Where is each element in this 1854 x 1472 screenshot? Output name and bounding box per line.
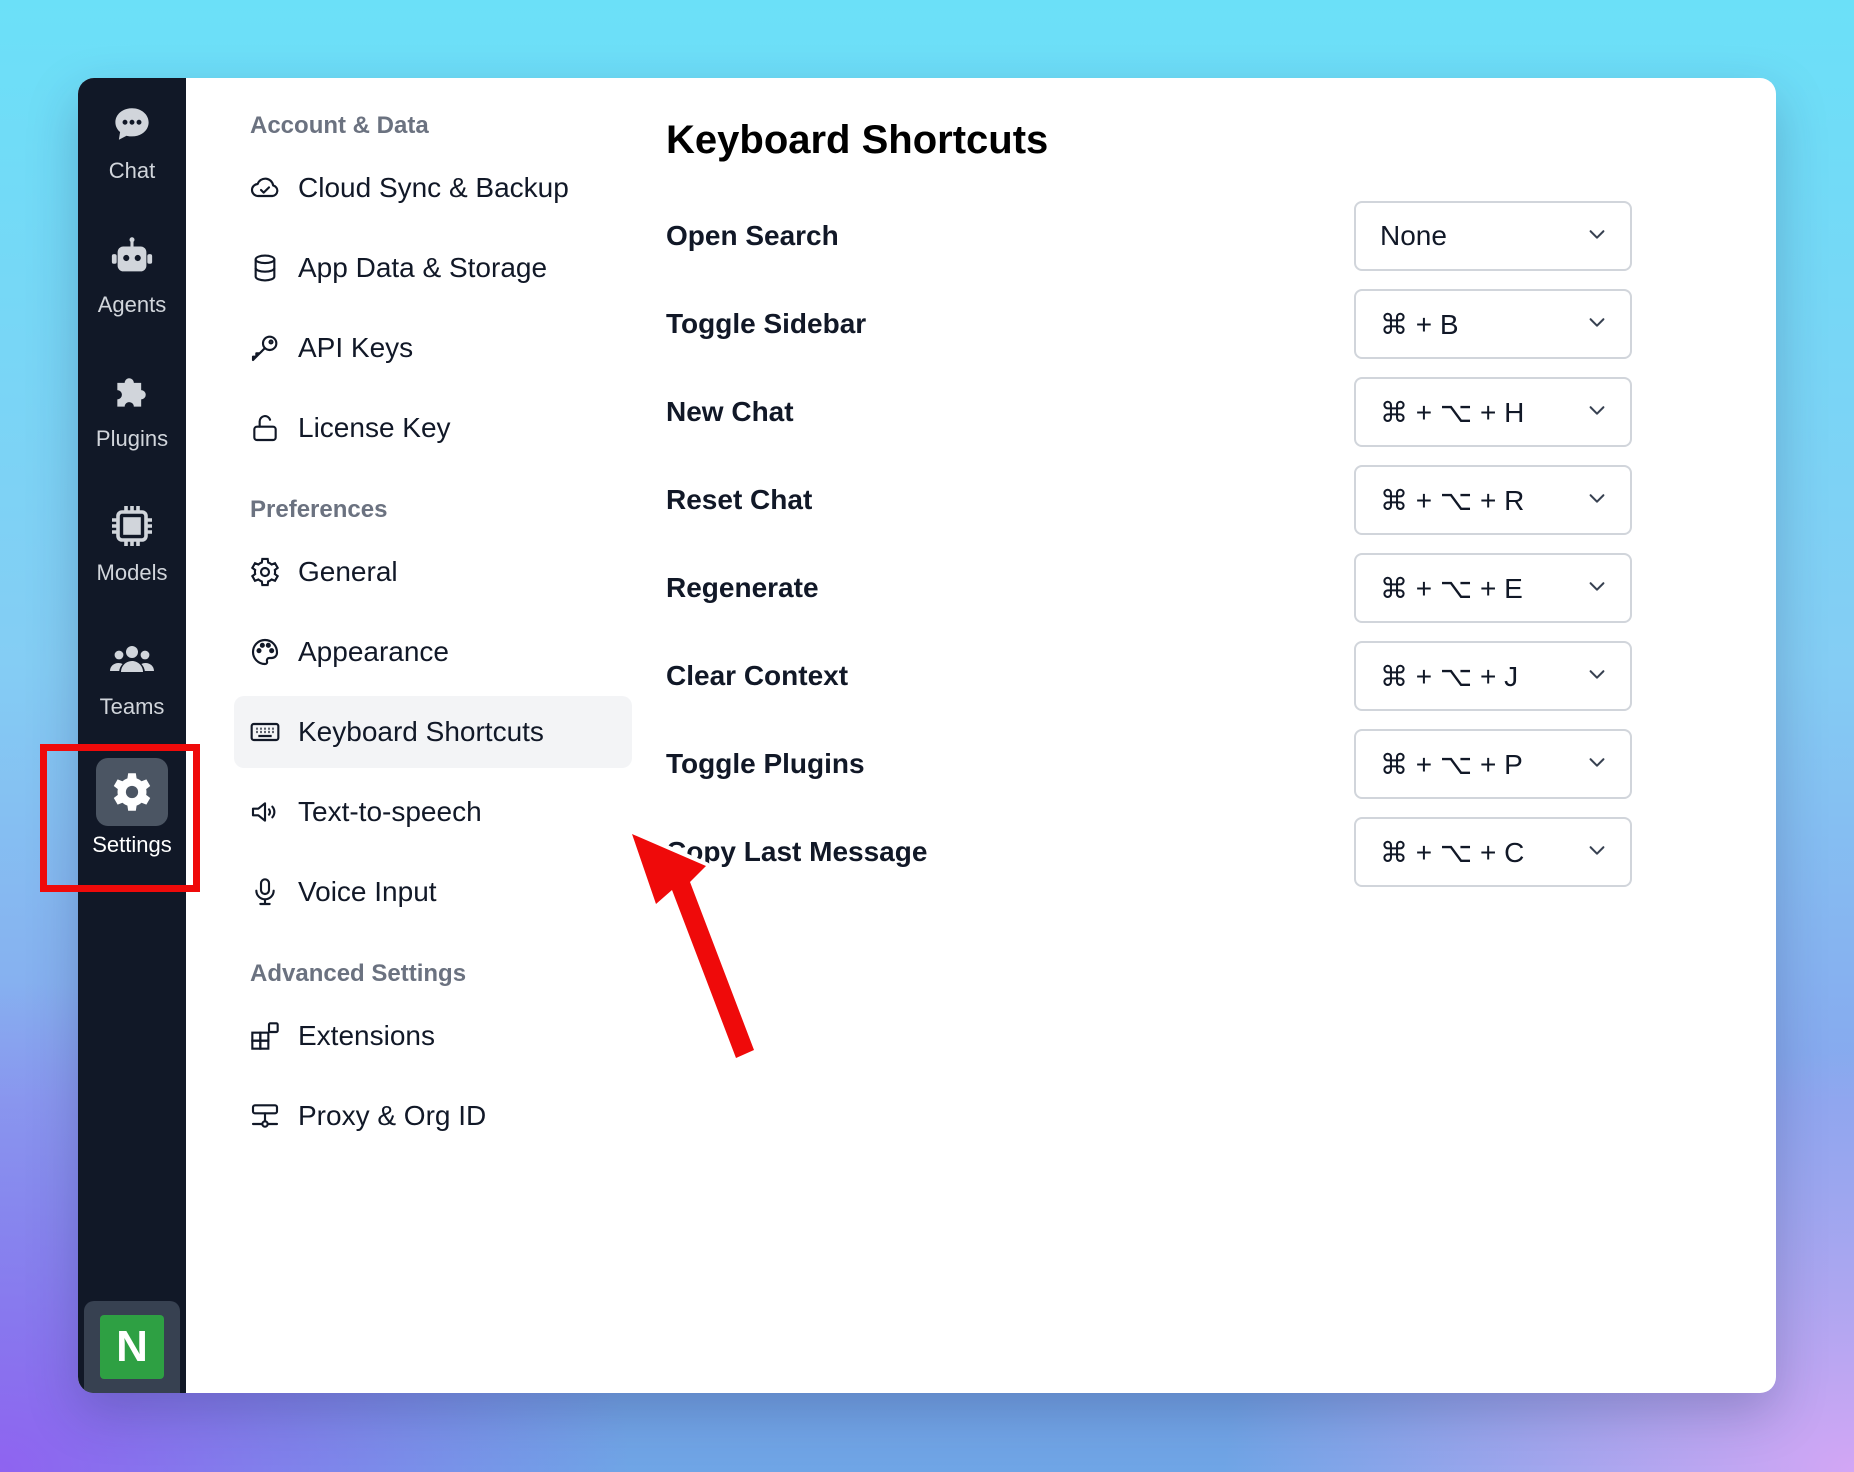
nav-item-keyboard-shortcuts[interactable]: Keyboard Shortcuts [234,696,632,768]
chip-icon [108,502,156,550]
nav-item-text-to-speech[interactable]: Text-to-speech [234,776,632,848]
nav-item-label: Extensions [298,1020,435,1051]
shortcut-select-open-search[interactable]: None [1354,201,1632,271]
cloud-icon [248,171,282,205]
nav-item-label: App Data & Storage [298,252,548,283]
rail-label: Plugins [95,426,169,451]
chevron-down-icon [1586,660,1608,692]
app-window: Chat Agents Plugins Models Teams Setting… [78,78,1776,1393]
speaker-icon [248,795,282,829]
shortcut-label: Regenerate [666,572,819,603]
chevron-down-icon [1586,308,1608,340]
gear-icon [248,555,282,589]
nav-section-title: Preferences [250,496,388,523]
icon-rail: Chat Agents Plugins Models Teams Setting… [78,78,186,1393]
chevron-down-icon [1586,220,1608,252]
nav-item-label: API Keys [298,332,414,363]
nav-item-appearance[interactable]: Appearance [234,616,632,688]
shortcut-label: Reset Chat [666,484,813,515]
shortcut-select-copy-last-message[interactable]: ⌘ + ⌥ + C [1354,817,1632,887]
shortcut-select-reset-chat[interactable]: ⌘ + ⌥ + R [1354,465,1632,535]
select-value: ⌘ + ⌥ + P [1380,748,1523,780]
select-value: ⌘ + B [1380,308,1459,340]
chevron-down-icon [1586,748,1608,780]
chat-bubble-icon [108,100,156,148]
rail-label: Agents [97,292,167,317]
chevron-down-icon [1586,484,1608,516]
nav-item-cloud-sync[interactable]: Cloud Sync & Backup [234,152,632,224]
chevron-down-icon [1586,572,1608,604]
chevron-down-icon [1586,836,1608,868]
rail-item-chat[interactable]: Chat [78,100,186,220]
robot-icon [108,234,156,282]
annotation-arrow [628,830,758,1062]
shortcut-label: Toggle Sidebar [666,308,867,339]
rail-label: Chat [108,158,156,183]
shortcut-select-new-chat[interactable]: ⌘ + ⌥ + H [1354,377,1632,447]
nav-item-app-data[interactable]: App Data & Storage [234,232,632,304]
nav-item-label: Text-to-speech [298,796,482,827]
rail-label: Teams [99,694,165,719]
shortcut-label: Toggle Plugins [666,748,865,779]
shortcut-label: Open Search [666,220,839,251]
proxy-icon [248,1099,282,1133]
page-title: Keyboard Shortcuts [666,118,1049,162]
microphone-icon [248,875,282,909]
select-value: None [1380,220,1447,251]
nav-section-title: Advanced Settings [250,960,467,987]
unlock-icon [248,411,282,445]
content-panel: Keyboard Shortcuts Open Search None Togg… [666,78,1776,1393]
database-icon [248,251,282,285]
nav-item-proxy[interactable]: Proxy & Org ID [234,1080,632,1152]
shortcut-select-toggle-plugins[interactable]: ⌘ + ⌥ + P [1354,729,1632,799]
nav-item-label: Appearance [298,636,450,667]
nav-item-voice-input[interactable]: Voice Input [234,856,632,928]
workspace-badge[interactable]: N [84,1301,180,1393]
extensions-icon [248,1019,282,1053]
select-value: ⌘ + ⌥ + C [1380,836,1525,868]
shortcut-select-toggle-sidebar[interactable]: ⌘ + B [1354,289,1632,359]
annotation-highlight-box [40,744,200,892]
chevron-down-icon [1586,396,1608,428]
keyboard-icon [248,715,282,749]
shortcut-select-clear-context[interactable]: ⌘ + ⌥ + J [1354,641,1632,711]
shortcut-label: Clear Context [666,660,849,691]
rail-item-models[interactable]: Models [78,502,186,622]
nav-section-title: Account & Data [250,112,429,139]
nav-item-label: Cloud Sync & Backup [298,172,569,203]
rail-label: Models [96,560,168,585]
nav-item-general[interactable]: General [234,536,632,608]
select-value: ⌘ + ⌥ + R [1380,484,1525,516]
select-value: ⌘ + ⌥ + H [1380,396,1525,428]
settings-nav: Account & Data Cloud Sync & Backup App D… [186,78,646,1393]
nav-item-label: General [298,556,398,587]
shortcut-select-regenerate[interactable]: ⌘ + ⌥ + E [1354,553,1632,623]
shortcut-label: New Chat [666,396,794,427]
puzzle-icon [108,368,156,416]
nav-item-api-keys[interactable]: API Keys [234,312,632,384]
rail-item-plugins[interactable]: Plugins [78,368,186,488]
nav-item-label: Keyboard Shortcuts [298,716,544,747]
select-value: ⌘ + ⌥ + J [1380,660,1519,692]
users-icon [108,636,156,684]
select-value: ⌘ + ⌥ + E [1380,572,1523,604]
nav-item-extensions[interactable]: Extensions [234,1000,632,1072]
nav-item-label: License Key [298,412,451,443]
palette-icon [248,635,282,669]
key-icon [248,331,282,365]
logo-letter: N [100,1315,164,1379]
rail-item-agents[interactable]: Agents [78,234,186,354]
nav-item-label: Voice Input [298,876,437,907]
nav-item-license-key[interactable]: License Key [234,392,632,464]
rail-item-teams[interactable]: Teams [78,636,186,756]
nav-item-label: Proxy & Org ID [298,1100,487,1131]
